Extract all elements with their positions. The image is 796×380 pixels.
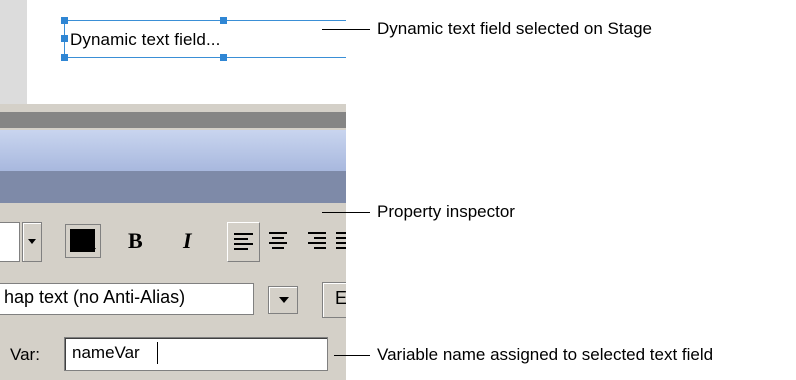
text-caret xyxy=(157,342,158,364)
var-value: nameVar xyxy=(72,343,140,362)
callout-line xyxy=(322,29,370,30)
callout-property-inspector: Property inspector xyxy=(377,202,515,221)
font-size-dropdown-button[interactable] xyxy=(22,222,42,262)
selection-handle[interactable] xyxy=(61,17,68,24)
italic-button[interactable]: I xyxy=(183,228,192,254)
justify-icon[interactable] xyxy=(336,230,346,254)
text-field-content: Dynamic text field... xyxy=(70,30,221,49)
chevron-down-icon xyxy=(279,297,289,303)
anti-alias-value: hap text (no Anti-Alias) xyxy=(4,287,186,307)
callout-variable-name: Variable name assigned to selected text … xyxy=(377,345,714,364)
text-color-swatch[interactable] xyxy=(65,224,101,258)
edit-button-label: E xyxy=(335,288,346,308)
callout-line xyxy=(334,355,370,356)
chevron-down-icon xyxy=(28,239,36,244)
callout-line xyxy=(322,212,370,213)
chevron-down-icon xyxy=(90,248,96,252)
font-size-field[interactable] xyxy=(0,222,20,262)
bold-button[interactable]: B xyxy=(128,228,143,254)
selection-handle[interactable] xyxy=(61,35,68,42)
flash-screenshot: Dynamic text field... B I hap text (no A… xyxy=(0,0,346,380)
callout-stage-selection: Dynamic text field selected on Stage xyxy=(377,19,652,38)
inspector-title-bar xyxy=(0,171,346,203)
selection-handle[interactable] xyxy=(61,54,68,61)
inspector-header xyxy=(0,130,346,171)
inspector-divider xyxy=(0,112,346,128)
selection-handle[interactable] xyxy=(220,17,227,24)
align-left-button[interactable] xyxy=(227,222,260,262)
stage-gutter xyxy=(0,0,27,104)
selection-handle[interactable] xyxy=(220,54,227,61)
anti-alias-dropdown-button[interactable] xyxy=(268,286,298,314)
align-center-icon[interactable] xyxy=(268,232,288,252)
align-right-icon[interactable] xyxy=(306,232,328,252)
var-label: Var: xyxy=(10,345,40,364)
